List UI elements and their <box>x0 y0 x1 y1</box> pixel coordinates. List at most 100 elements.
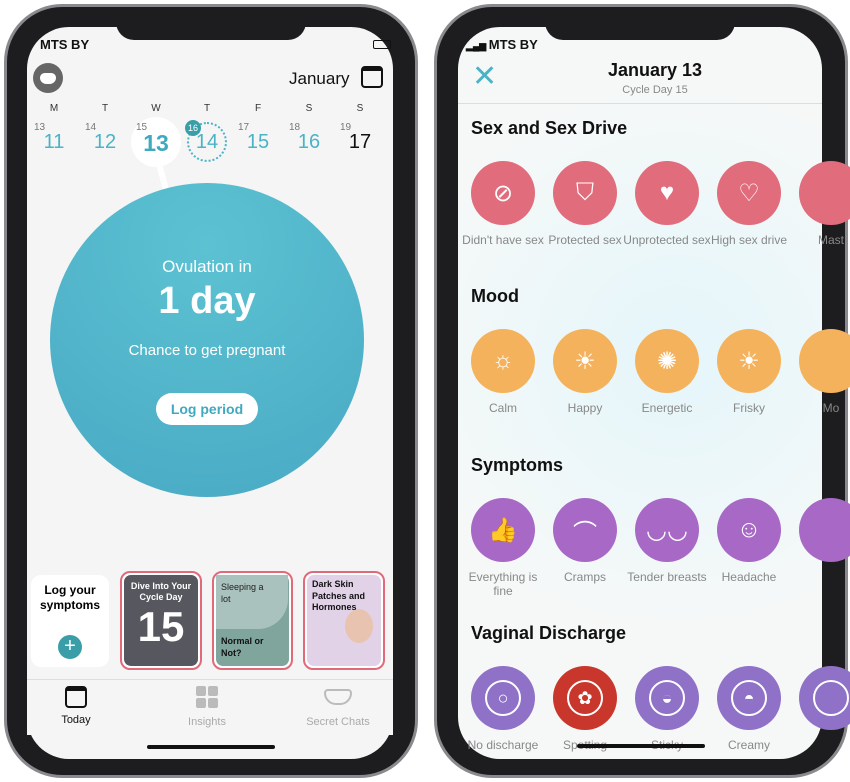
spotting-icon: ✿ <box>567 680 603 716</box>
calendar-icon <box>65 686 87 708</box>
tab-today[interactable]: Today <box>46 686 106 726</box>
weekday-label: S <box>305 103 313 114</box>
date-number[interactable]: 16 <box>298 131 320 154</box>
story-card-cycle-day[interactable]: Dive Into Your Cycle Day 15 <box>120 571 202 670</box>
creamy-icon: ◓ <box>731 680 767 716</box>
tab-label: Today <box>61 714 91 726</box>
symptom-option[interactable]: ☺ <box>717 498 781 562</box>
section-title: Mood <box>471 286 519 306</box>
symptom-option[interactable]: ⛉ <box>553 161 617 225</box>
option-label: High sex drive <box>710 233 788 247</box>
symptom-option[interactable]: 👍 <box>471 498 535 562</box>
option-label: Tender breasts <box>627 570 707 584</box>
option-label: Cramps <box>563 570 606 584</box>
header-divider <box>458 103 822 104</box>
plus-icon[interactable]: + <box>58 635 82 659</box>
carrier-text: MTS BY <box>488 37 538 52</box>
option-label: Everything is fine <box>468 570 538 598</box>
story-card-skin[interactable]: Dark Skin Patches and Hormones <box>303 571 385 670</box>
heart-icon: ♥ <box>659 179 675 206</box>
shield-heart-icon: ⛉ <box>576 179 594 206</box>
empty-circle-icon: ○ <box>485 680 521 716</box>
story-top-text: Sleeping a lot <box>221 582 264 604</box>
symptom-option[interactable]: ☀ <box>553 329 617 393</box>
option-label: Calm <box>488 401 517 415</box>
ovulation-days: 1 day <box>158 280 256 322</box>
cycle-day-subtitle: Cycle Day 15 <box>622 84 688 96</box>
symptom-option[interactable]: ⌒ <box>553 498 617 562</box>
pregnancy-chance: Chance to get pregnant <box>128 342 286 359</box>
cramps-icon: ⌒ <box>573 519 597 547</box>
section-title: Vaginal Discharge <box>471 623 627 643</box>
option-label: Energetic <box>641 401 693 415</box>
breasts-icon: ◡◡ <box>646 516 688 544</box>
avatar[interactable] <box>33 63 63 93</box>
option-label: Mast <box>817 233 844 247</box>
date-number[interactable]: 13 <box>143 130 169 157</box>
rainbow-sun-icon: ☀ <box>738 347 760 375</box>
sunset-icon: ☼ <box>492 347 514 374</box>
calendar-icon[interactable] <box>361 66 383 88</box>
log-symptoms-card[interactable]: Log your symptoms + <box>31 575 109 667</box>
story-illustration <box>345 609 373 643</box>
symptom-option[interactable]: ◓ <box>717 666 781 730</box>
story-bottom-text: Normal or Not? <box>221 636 264 658</box>
option-label: Didn't have sex <box>462 233 544 247</box>
weekday-label: F <box>254 103 262 114</box>
close-icon[interactable]: ✕ <box>472 62 497 92</box>
symptom-option[interactable]: ◒ <box>635 666 699 730</box>
date-number[interactable]: 17 <box>349 131 371 154</box>
symptom-option[interactable]: ◡◡ <box>635 498 699 562</box>
symptom-option[interactable]: ♥ <box>635 161 699 225</box>
month-label: January <box>289 69 350 88</box>
option-label: Happy <box>567 401 603 415</box>
section-title: Symptoms <box>471 455 564 475</box>
sticky-icon: ◒ <box>649 680 685 716</box>
symptom-option[interactable]: ⊘ <box>471 161 535 225</box>
symptom-option[interactable]: ♡ <box>717 161 781 225</box>
headache-icon: ☺ <box>736 516 762 543</box>
story-number: 15 <box>137 603 185 650</box>
log-period-button[interactable]: Log period <box>156 393 258 425</box>
weekday-label: W <box>151 103 161 114</box>
carrier-label: ▂▄▆ MTS BY <box>466 37 538 52</box>
symptom-option[interactable]: ✺ <box>635 329 699 393</box>
date-title: January 13 <box>607 60 703 80</box>
option-label: Mo <box>822 401 840 415</box>
sun-icon: ☀ <box>574 347 596 375</box>
date-number[interactable]: 12 <box>94 131 116 154</box>
tab-label: Secret Chats <box>306 716 370 728</box>
date-number[interactable]: 11 <box>44 131 65 154</box>
weekday-label: T <box>203 103 211 114</box>
option-label: Unprotected sex <box>623 233 711 247</box>
energetic-sun-icon: ✺ <box>656 347 678 375</box>
option-label: Headache <box>721 570 777 584</box>
carrier-label: MTS BY <box>40 37 90 52</box>
crossed-heart-icon: ⊘ <box>492 179 514 207</box>
section-title: Sex and Sex Drive <box>471 118 628 138</box>
symptom-option[interactable]: ✿ <box>553 666 617 730</box>
cycle-circle <box>50 183 364 497</box>
icon <box>813 680 849 716</box>
date-number[interactable]: 15 <box>247 131 269 154</box>
symptom-option[interactable]: ☀ <box>717 329 781 393</box>
story-card-sleeping[interactable]: Sleeping a lot Normal or Not? <box>212 571 293 670</box>
hearts-icon: ♡ <box>738 179 760 207</box>
tab-secret-chats[interactable]: Secret Chats <box>297 686 379 728</box>
date-number[interactable]: 14 <box>196 131 218 154</box>
home-indicator <box>147 745 275 749</box>
grid-icon <box>196 686 218 708</box>
weekday-label: S <box>356 103 364 114</box>
option-label: Creamy <box>727 738 770 752</box>
weekday-label: M <box>49 103 59 114</box>
option-label: Protected sex <box>548 233 622 247</box>
weekday-label: T <box>101 103 109 114</box>
home-indicator <box>577 744 705 748</box>
symptom-option[interactable]: ☼ <box>471 329 535 393</box>
signal-icon: ▂▄▆ <box>466 41 489 51</box>
tab-insights[interactable]: Insights <box>172 686 242 728</box>
story-title: Dive Into Your Cycle Day <box>130 581 192 602</box>
symptom-option[interactable]: ○ <box>471 666 535 730</box>
log-symptoms-label: Log your symptoms <box>39 583 101 612</box>
option-label: No discharge <box>467 738 539 752</box>
